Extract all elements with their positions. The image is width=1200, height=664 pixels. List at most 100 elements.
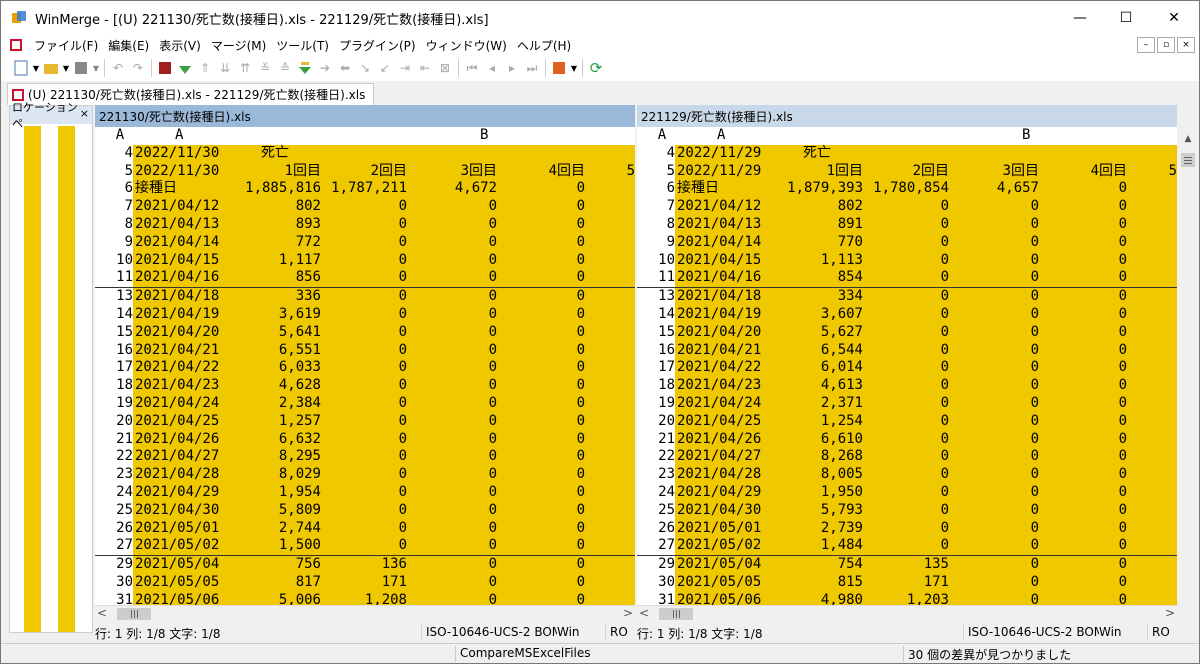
new-file-icon[interactable] — [11, 58, 31, 78]
dropdown-arrow-icon[interactable]: ▼ — [31, 58, 41, 78]
all-right-icon[interactable]: ⇥ — [395, 58, 415, 78]
cell-dose4: 0 — [1118, 377, 1127, 394]
scroll-left-icon[interactable]: < — [639, 606, 649, 620]
menu-edit[interactable]: 編集(E) — [103, 37, 154, 54]
document-icon[interactable] — [9, 38, 23, 52]
cell-dose3: 0 — [488, 341, 497, 358]
cell-dose4: 0 — [576, 377, 585, 394]
cell-dose2: 0 — [398, 519, 407, 536]
cell-dose1: 1回目 — [826, 162, 863, 179]
right-diff-pane[interactable]: 221129/死亡数(接種日).xls A A B 4 2022/11/29 死亡 5… — [637, 105, 1177, 605]
redo-icon[interactable]: ↷ — [128, 58, 148, 78]
cell-dose2: 0 — [398, 501, 407, 518]
row-number: 8 — [95, 215, 133, 234]
right-horizontal-scrollbar[interactable]: < > — [637, 605, 1177, 621]
first-file-icon[interactable]: ⏮ — [462, 58, 482, 78]
prev-diff-icon[interactable]: ⇑ — [195, 58, 215, 78]
scroll-thumb[interactable] — [659, 608, 693, 620]
prev-file-icon[interactable]: ◂ — [482, 58, 502, 78]
dropdown-arrow-icon[interactable]: ▼ — [91, 58, 101, 78]
table-row: 20 2021/04/25 1,254 0 0 0 — [637, 412, 1177, 431]
table-row: 23 2021/04/28 8,005 0 0 0 — [637, 466, 1177, 484]
all-left-icon[interactable]: ⇤ — [415, 58, 435, 78]
cell-dose1: 1,885,816 — [245, 180, 321, 197]
cell-date: 2021/05/02 — [677, 537, 762, 554]
undo-icon[interactable]: ↶ — [108, 58, 128, 78]
scroll-right-icon[interactable]: > — [623, 606, 633, 620]
mdi-minimize-button[interactable]: – — [1137, 37, 1155, 53]
cell-dose3: 0 — [1030, 359, 1039, 376]
cell-dose3: 4,657 — [996, 180, 1039, 197]
cell-dose2: 0 — [398, 341, 407, 358]
main-status-bar: CompareMSExcelFiles 30 個の差異が見つかりました — [1, 643, 1199, 663]
dropdown-arrow-icon[interactable]: ▼ — [569, 58, 579, 78]
cell-dose3: 0 — [488, 233, 497, 250]
winmerge-app-icon[interactable] — [11, 10, 27, 26]
merge-down-icon[interactable] — [295, 58, 315, 78]
cell-dose4: 0 — [1118, 323, 1127, 340]
menu-tools[interactable]: ツール(T) — [271, 37, 334, 54]
menu-plugins[interactable]: プラグイン(P) — [334, 37, 421, 54]
merge-icon[interactable]: ⊠ — [435, 58, 455, 78]
cell-date: 2021/04/27 — [135, 448, 220, 465]
vertical-scrollbar[interactable]: ▲ — [1177, 131, 1199, 605]
refresh-icon[interactable]: ⟳ — [586, 58, 606, 78]
location-pane-close-button[interactable]: × — [80, 107, 89, 120]
location-pane[interactable]: ロケーション ペ × — [9, 101, 93, 633]
menu-window[interactable]: ウィンドウ(W) — [421, 37, 512, 54]
next-diff-icon[interactable] — [175, 58, 195, 78]
location-bar-left[interactable] — [24, 126, 41, 632]
filter-icon[interactable] — [155, 58, 175, 78]
minimize-button[interactable]: — — [1057, 1, 1103, 35]
cell-dose5: 5 — [626, 162, 635, 179]
cell-dose2: 0 — [398, 466, 407, 483]
row-number: 4 — [95, 144, 133, 163]
current-diff-icon[interactable]: ⇈ — [235, 58, 255, 78]
cell-dose1: 817 — [295, 573, 321, 590]
cell-date: 2021/04/26 — [135, 430, 220, 447]
maximize-button[interactable]: ☐ — [1103, 1, 1149, 35]
cell-dose1: 854 — [837, 269, 863, 286]
row-number: 23 — [637, 466, 675, 484]
copy-right-advance-icon[interactable]: ↘ — [355, 58, 375, 78]
cell-dose1: 6,014 — [820, 359, 863, 376]
row-number: 14 — [95, 305, 133, 324]
row-number: 29 — [95, 556, 133, 574]
cell-dose2: 2回目 — [912, 162, 949, 179]
open-folder-icon[interactable] — [41, 58, 61, 78]
scroll-thumb[interactable] — [1181, 153, 1195, 167]
scroll-thumb[interactable] — [117, 608, 151, 620]
cell-dose1: 1,254 — [820, 412, 863, 429]
cell-dose1: 5,793 — [820, 501, 863, 518]
cell-dose2: 0 — [398, 448, 407, 465]
menu-view[interactable]: 表示(V) — [154, 37, 206, 54]
copy-right-icon[interactable]: ➔ — [315, 58, 335, 78]
copy-left-icon[interactable]: ⬅ — [335, 58, 355, 78]
dropdown-arrow-icon[interactable]: ▼ — [61, 58, 71, 78]
next-file-icon[interactable]: ▸ — [502, 58, 522, 78]
table-row: 7 2021/04/12 802 0 0 0 — [637, 198, 1177, 216]
next-conflict-icon[interactable]: ≙ — [275, 58, 295, 78]
mdi-close-button[interactable]: × — [1177, 37, 1195, 53]
menu-merge[interactable]: マージ(M) — [206, 37, 271, 54]
save-icon[interactable] — [71, 58, 91, 78]
scroll-up-icon[interactable]: ▲ — [1177, 131, 1199, 147]
left-horizontal-scrollbar[interactable]: < > — [95, 605, 635, 621]
left-diff-pane[interactable]: 221130/死亡数(接種日).xls A A B 4 2022/11/30 死亡 5… — [95, 105, 635, 605]
mdi-restore-button[interactable]: ▫ — [1157, 37, 1175, 53]
cursor-position: 行: 1 列: 1/8 文字: 1/8 — [95, 627, 221, 641]
last-diff-icon[interactable]: ≚ — [255, 58, 275, 78]
scroll-right-icon[interactable]: > — [1165, 606, 1175, 620]
cell-dose2: 1,203 — [906, 591, 949, 605]
last-file-icon[interactable]: ⏭ — [522, 58, 542, 78]
row-number: 5 — [95, 162, 133, 181]
menu-help[interactable]: ヘルプ(H) — [512, 37, 576, 54]
menu-file[interactable]: ファイル(F) — [29, 37, 103, 54]
close-button[interactable]: ✕ — [1149, 1, 1199, 35]
cell-date: 2021/04/30 — [677, 501, 762, 518]
first-diff-icon[interactable]: ⇊ — [215, 58, 235, 78]
options-icon[interactable] — [549, 58, 569, 78]
scroll-left-icon[interactable]: < — [97, 606, 107, 620]
copy-left-advance-icon[interactable]: ↙ — [375, 58, 395, 78]
location-bar-right[interactable] — [58, 126, 75, 632]
